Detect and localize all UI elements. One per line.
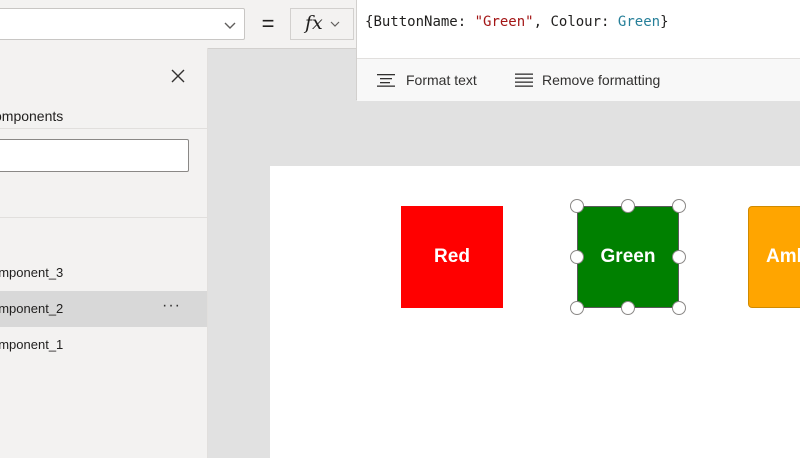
property-dropdown[interactable]: [0, 8, 245, 40]
resize-handle-top[interactable]: [621, 199, 635, 213]
chevron-down-icon: [330, 21, 340, 27]
formula-text[interactable]: {ButtonName: "Green", Colour: Green}: [365, 14, 669, 30]
green-button-label: Green: [600, 246, 656, 267]
resize-handle-right[interactable]: [672, 250, 686, 264]
tree-item-label: omponent_2: [0, 301, 64, 316]
screen-canvas: Red Green Amber: [270, 166, 800, 458]
formula-value-green: Green: [617, 14, 661, 30]
fx-icon: fx: [305, 12, 323, 34]
tree-item-label: omponent_3: [0, 265, 64, 280]
green-button[interactable]: Green: [577, 206, 679, 308]
resize-handle-left[interactable]: [570, 250, 584, 264]
remove-formatting-label: Remove formatting: [542, 72, 661, 88]
equals-sign: =: [261, 11, 275, 36]
resize-handle-top-left[interactable]: [570, 199, 584, 213]
fx-button[interactable]: fx: [290, 8, 354, 40]
format-text-icon: [377, 74, 395, 87]
formula-key-colour: Colour:: [550, 14, 618, 30]
amber-button[interactable]: Amber: [748, 206, 800, 308]
chevron-down-icon: [224, 22, 236, 29]
tree-item-component-3[interactable]: omponent_3: [0, 255, 207, 291]
pane-title: omponents: [0, 108, 64, 124]
close-icon[interactable]: [170, 68, 186, 84]
resize-handle-top-right[interactable]: [672, 199, 686, 213]
tree-item-component-2[interactable]: omponent_2 ···: [0, 291, 207, 327]
tree-item-label: omponent_1: [0, 337, 64, 352]
remove-formatting-icon: [515, 73, 533, 87]
tree-item-component-1[interactable]: omponent_1: [0, 327, 207, 363]
formula-string-green: "Green": [474, 14, 534, 30]
format-text-button[interactable]: Format text: [377, 59, 477, 101]
resize-handle-bottom[interactable]: [621, 301, 635, 315]
red-button[interactable]: Red: [401, 206, 503, 308]
formula-editor[interactable]: {ButtonName: "Green", Colour: Green} For…: [356, 0, 800, 101]
resize-handle-bottom-right[interactable]: [672, 301, 686, 315]
amber-button-label: Amber: [766, 246, 800, 267]
components-pane: omponents omponent_3 omponent_2 ··· ompo…: [0, 48, 208, 458]
formula-brace-close: }: [660, 14, 669, 30]
divider: [0, 128, 207, 129]
formula-toolbar: Format text Remove formatting: [357, 58, 800, 101]
formula-key-buttonname: ButtonName:: [373, 14, 475, 30]
resize-handle-bottom-left[interactable]: [570, 301, 584, 315]
divider: [0, 217, 207, 218]
formula-separator: ,: [533, 14, 551, 30]
search-input[interactable]: [0, 139, 189, 172]
red-button-label: Red: [434, 246, 470, 267]
format-text-label: Format text: [406, 72, 477, 88]
remove-formatting-button[interactable]: Remove formatting: [515, 59, 660, 101]
more-options-icon[interactable]: ···: [162, 288, 181, 324]
